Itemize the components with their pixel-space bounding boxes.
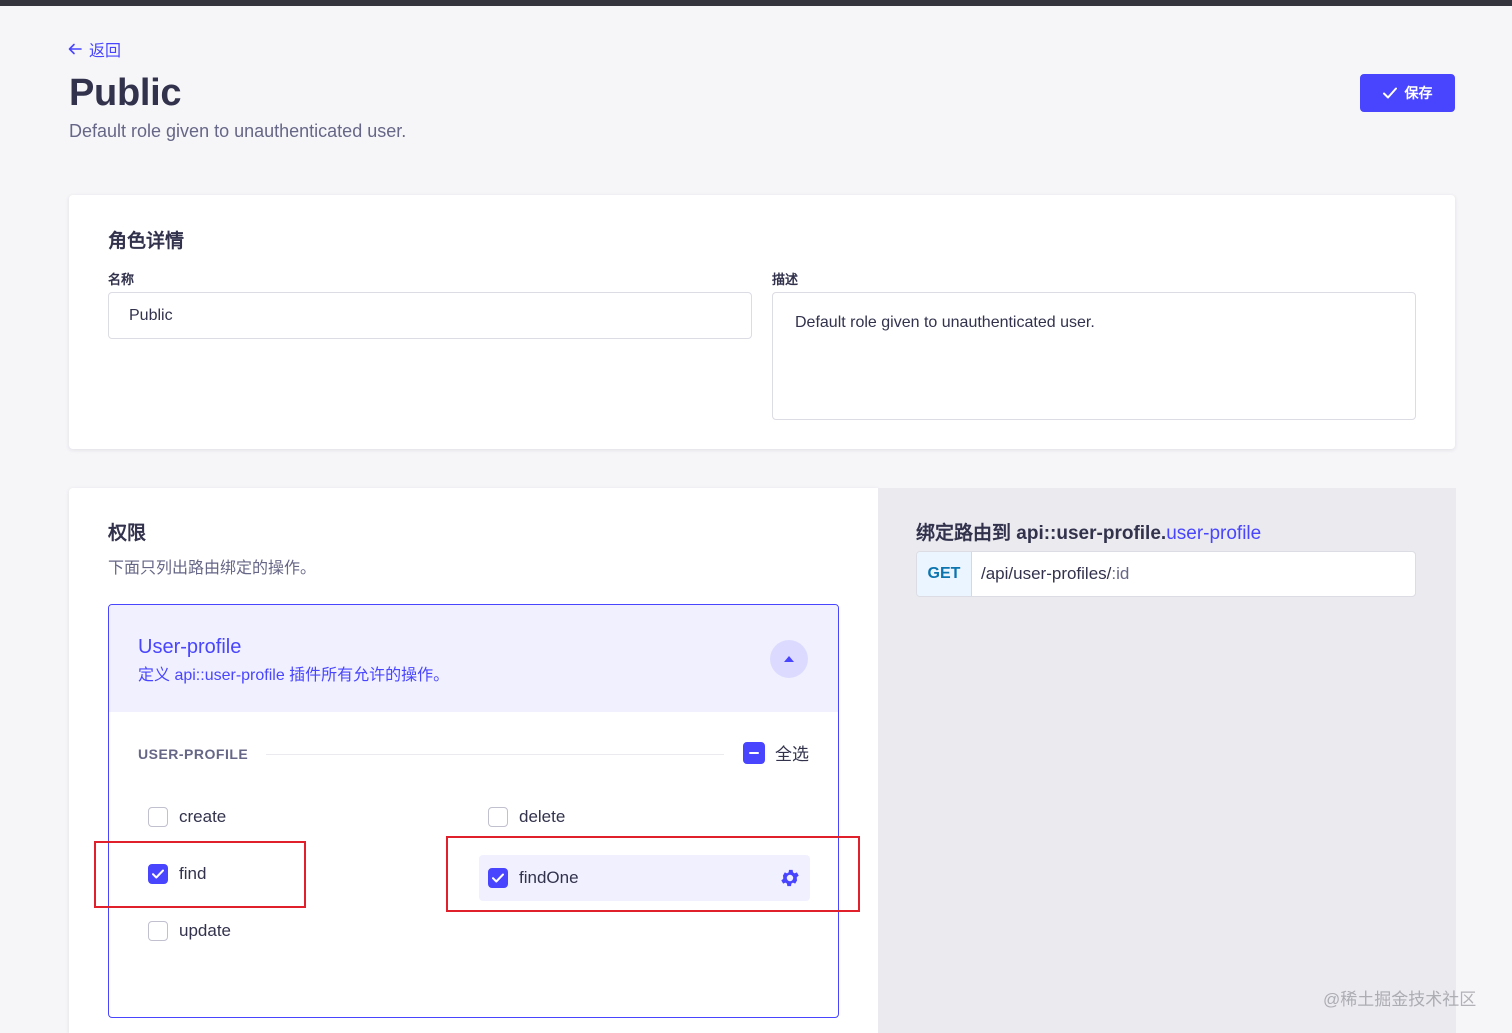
- route-binding-panel: 绑定路由到 api::user-profile.user-profile GET…: [878, 488, 1456, 1033]
- name-label: 名称: [108, 272, 135, 287]
- action-label: create: [179, 807, 227, 826]
- back-link[interactable]: 返回: [68, 37, 121, 61]
- checkbox-unchecked-icon: [488, 807, 508, 827]
- check-icon: [1382, 87, 1397, 99]
- checkbox-unchecked-icon: [148, 807, 168, 827]
- route-binding-title: 绑定路由到 api::user-profile.user-profile: [916, 518, 1261, 545]
- action-label: delete: [519, 807, 566, 826]
- action-update[interactable]: update: [148, 921, 231, 941]
- action-label: findOne: [519, 868, 579, 887]
- checkbox-unchecked-icon: [148, 921, 168, 941]
- gear-icon[interactable]: [779, 867, 801, 889]
- collapse-button[interactable]: [770, 640, 808, 678]
- group-label: USER-PROFILE: [138, 746, 249, 762]
- http-method-badge: GET: [917, 552, 972, 596]
- action-create[interactable]: create: [148, 807, 226, 827]
- group-divider: [266, 754, 724, 755]
- route-binding-title-prefix: 绑定路由到 api::user-profile.: [916, 523, 1167, 544]
- permissions-heading: 权限: [108, 523, 147, 544]
- description-textarea[interactable]: Default role given to unauthenticated us…: [772, 292, 1416, 420]
- plugin-description: 定义 api::user-profile 插件所有允许的操作。: [138, 667, 450, 684]
- name-input[interactable]: Public: [108, 292, 752, 339]
- action-find[interactable]: find: [148, 864, 206, 884]
- permissions-description: 下面只列出路由绑定的操作。: [108, 560, 317, 577]
- arrow-left-icon: [68, 43, 82, 55]
- action-delete[interactable]: delete: [488, 807, 565, 827]
- checkbox-checked-icon: [148, 864, 168, 884]
- description-label: 描述: [772, 272, 799, 287]
- route-binding-title-accent: user-profile: [1166, 523, 1262, 544]
- route-path-param: :id: [1111, 564, 1130, 583]
- watermark: @稀土掘金技术社区: [1323, 990, 1477, 1009]
- indeterminate-checkbox-icon: [743, 741, 765, 764]
- select-all-checkbox[interactable]: 全选: [743, 740, 809, 765]
- action-findone[interactable]: findOne: [479, 855, 810, 901]
- plugin-title: User-profile: [138, 636, 242, 658]
- role-details-heading: 角色详情: [108, 231, 185, 252]
- plugin-accordion: User-profile 定义 api::user-profile 插件所有允许…: [108, 604, 839, 1018]
- checkbox-checked-icon: [488, 868, 508, 888]
- page-title: Public: [69, 72, 182, 114]
- save-button-label: 保存: [1404, 85, 1433, 101]
- top-bar: [0, 0, 1512, 6]
- action-label: find: [179, 864, 207, 883]
- route-path-main: /api/user-profiles/: [981, 564, 1112, 583]
- plugin-accordion-header[interactable]: User-profile 定义 api::user-profile 插件所有允许…: [109, 605, 838, 712]
- check-icon: [152, 869, 164, 879]
- route-row: GET /api/user-profiles/:id: [916, 551, 1416, 597]
- caret-up-icon: [784, 656, 794, 662]
- save-button[interactable]: 保存: [1360, 74, 1455, 112]
- action-label: update: [179, 921, 231, 940]
- role-details-card: 角色详情 名称 Public 描述 Default role given to …: [69, 195, 1455, 449]
- select-all-label: 全选: [775, 745, 809, 764]
- permissions-card: 权限 下面只列出路由绑定的操作。 User-profile 定义 api::us…: [69, 488, 878, 1033]
- check-icon: [492, 873, 504, 883]
- page-subtitle: Default role given to unauthenticated us…: [69, 121, 407, 141]
- route-path: /api/user-profiles/:id: [972, 552, 1129, 596]
- back-link-label: 返回: [89, 43, 122, 60]
